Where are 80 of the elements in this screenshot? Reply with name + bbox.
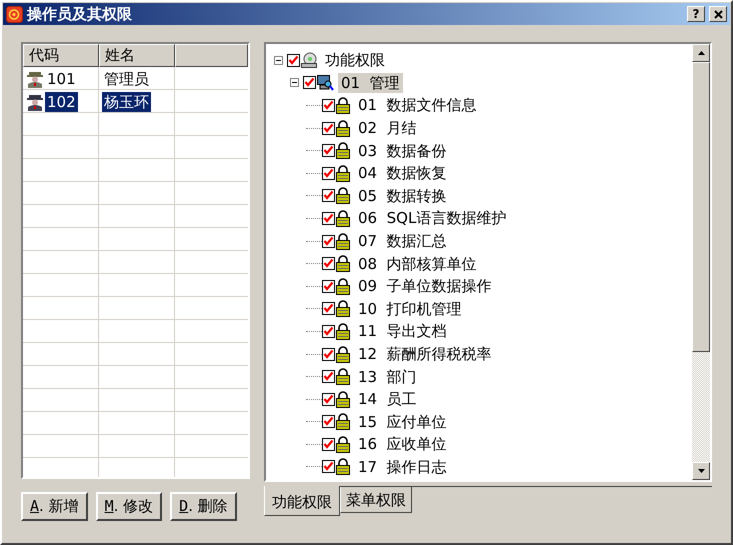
- tree-item[interactable]: 08 内部核算单位: [355, 254, 480, 274]
- checkbox[interactable]: [322, 415, 335, 428]
- padlock-icon: [335, 390, 351, 408]
- table-cell[interactable]: 101: [45, 68, 78, 88]
- padlock-icon: [335, 210, 351, 227]
- padlock-icon: [335, 368, 351, 386]
- close-icon: [714, 10, 722, 18]
- tree-item[interactable]: 11 导出文档: [355, 321, 450, 342]
- padlock-icon: [335, 278, 351, 295]
- padlock-icon: [335, 436, 351, 453]
- action-button[interactable]: A. 新增: [21, 492, 88, 521]
- checkbox[interactable]: [322, 234, 335, 248]
- checkbox[interactable]: [322, 144, 335, 158]
- tree-item[interactable]: 01 管理: [338, 72, 403, 93]
- app-icon: [6, 6, 23, 22]
- column-header[interactable]: 姓名: [99, 44, 175, 67]
- tree-item[interactable]: 15 应付单位: [355, 412, 450, 432]
- checkbox[interactable]: [322, 257, 335, 270]
- tree-item[interactable]: 03 数据备份: [355, 140, 450, 161]
- checkbox[interactable]: [322, 460, 335, 474]
- computer-icon: [316, 74, 334, 92]
- padlock-icon: [335, 232, 351, 250]
- padlock-icon: [335, 96, 351, 114]
- checkbox[interactable]: [287, 54, 300, 67]
- table-cell[interactable]: 管理员: [102, 68, 151, 88]
- padlock-icon: [335, 187, 351, 204]
- tab[interactable]: 功能权限: [264, 486, 340, 516]
- help-button[interactable]: ?: [687, 6, 705, 22]
- checkbox[interactable]: [322, 98, 335, 112]
- user-icon: [26, 70, 44, 88]
- checkbox[interactable]: [322, 324, 335, 338]
- tree-item[interactable]: 06 SQL语言数据维护: [355, 208, 510, 228]
- padlock-icon: [335, 346, 351, 363]
- tree-item[interactable]: 05 数据转换: [355, 186, 450, 206]
- checkbox[interactable]: [322, 166, 335, 180]
- tab[interactable]: 菜单权限: [340, 487, 412, 513]
- down-arrow-icon: [698, 469, 704, 473]
- padlock-icon: [335, 322, 351, 340]
- padlock-icon: [335, 300, 351, 318]
- tree-item[interactable]: 12 薪酬所得税税率: [355, 344, 495, 364]
- tree-item[interactable]: 17 操作日志: [355, 456, 450, 477]
- tree-item[interactable]: 09 子单位数据操作: [355, 276, 495, 296]
- checkbox[interactable]: [303, 76, 316, 90]
- column-header[interactable]: 代码: [23, 44, 99, 67]
- checkbox[interactable]: [322, 302, 335, 316]
- padlock-icon: [335, 142, 351, 160]
- padlock-icon: [335, 164, 351, 182]
- padlock-icon: [335, 120, 351, 137]
- tree-item[interactable]: 10 打印机管理: [355, 298, 465, 319]
- padlock-icon: [335, 413, 351, 430]
- tree-item[interactable]: 功能权限: [322, 50, 388, 70]
- tree-item[interactable]: 04 数据恢复: [355, 163, 450, 184]
- close-button[interactable]: [709, 6, 727, 22]
- tree-item[interactable]: 02 月结: [355, 118, 420, 138]
- tree-item[interactable]: 14 员工: [355, 389, 420, 410]
- checkbox[interactable]: [322, 189, 335, 202]
- checkbox[interactable]: [322, 370, 335, 384]
- window-title: 操作员及其权限: [27, 4, 133, 24]
- tree-item[interactable]: 16 应收单位: [355, 434, 450, 454]
- checkbox[interactable]: [322, 438, 335, 451]
- action-button[interactable]: D. 删除: [170, 492, 237, 521]
- table-cell[interactable]: 杨玉环: [102, 92, 151, 112]
- table-cell[interactable]: 102: [45, 92, 78, 112]
- checkbox[interactable]: [322, 212, 335, 225]
- user-icon: [26, 92, 44, 110]
- scrollbar[interactable]: [692, 44, 710, 480]
- tree-item[interactable]: 01 数据文件信息: [355, 95, 480, 116]
- tree-item[interactable]: 07 数据汇总: [355, 231, 450, 252]
- checkbox[interactable]: [322, 122, 335, 135]
- checkbox[interactable]: [322, 348, 335, 361]
- checkbox[interactable]: [322, 280, 335, 293]
- padlock-icon: [335, 458, 351, 476]
- tree-item[interactable]: 13 部门: [355, 366, 420, 387]
- up-arrow-icon: [698, 51, 704, 55]
- checkbox[interactable]: [322, 392, 335, 406]
- collapse-icon[interactable]: [290, 78, 299, 88]
- collapse-icon[interactable]: [274, 56, 283, 65]
- padlock-icon: [335, 255, 351, 272]
- action-button[interactable]: M. 修改: [96, 492, 162, 521]
- disk-icon: [300, 52, 318, 69]
